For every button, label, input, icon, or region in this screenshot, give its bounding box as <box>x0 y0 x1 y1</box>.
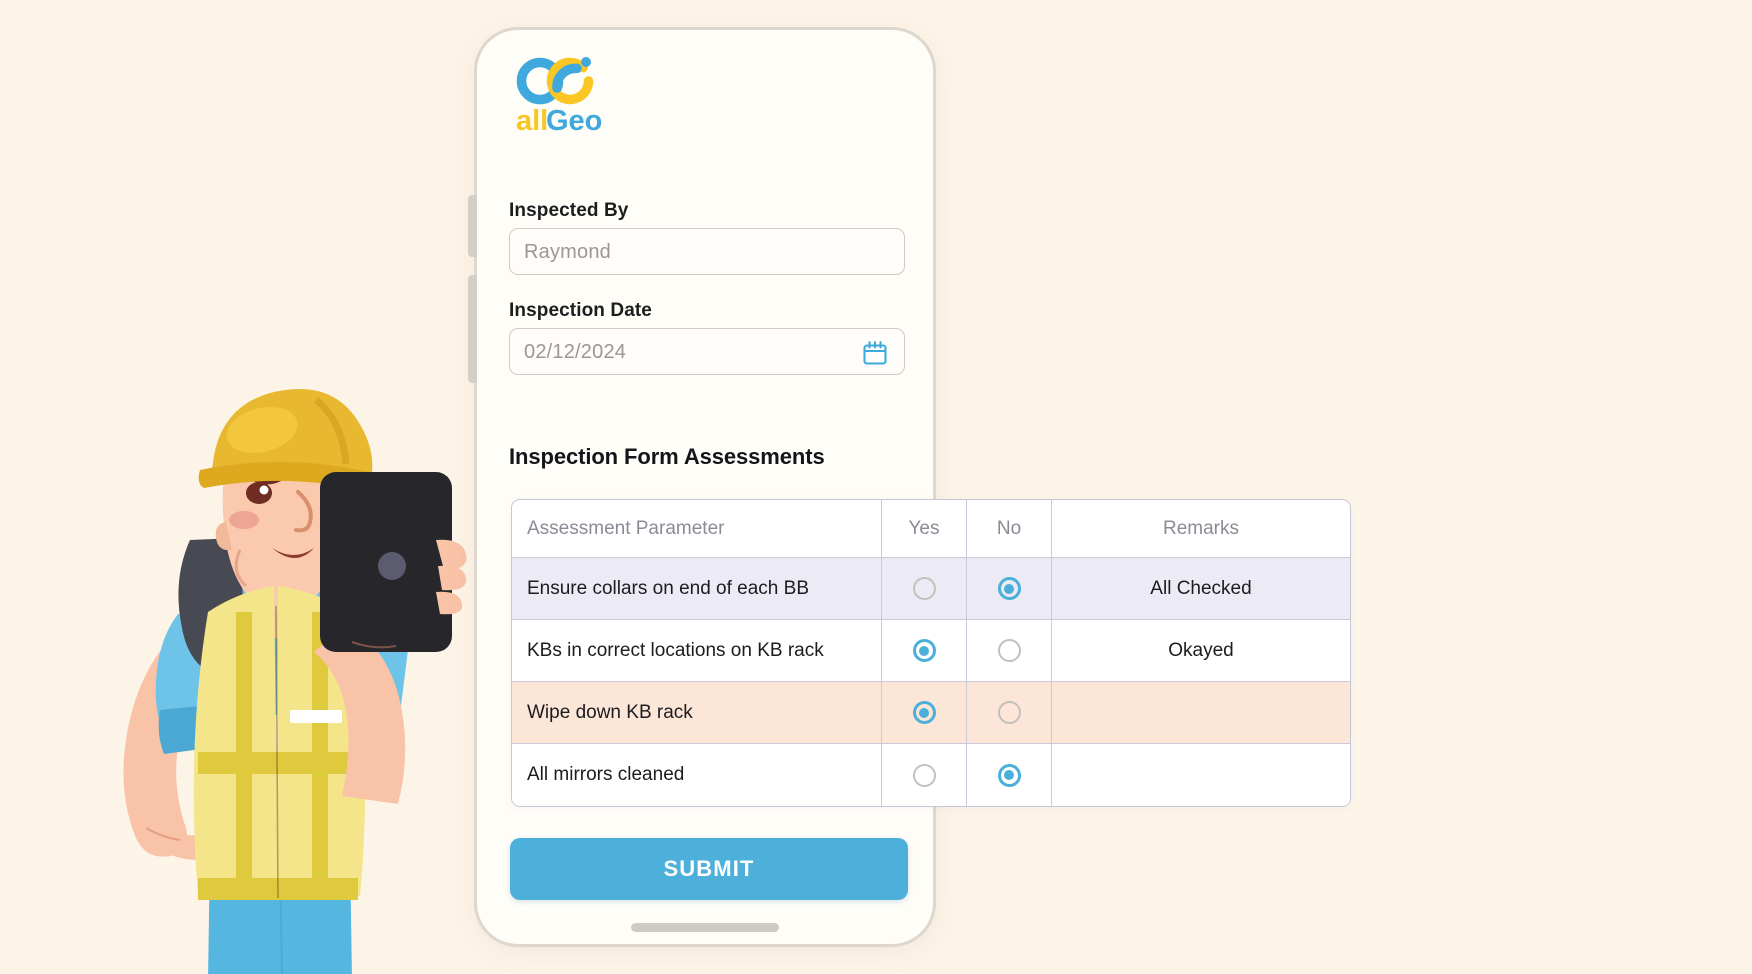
volume-down-button[interactable] <box>468 275 477 383</box>
vest-band-horizontal <box>198 752 358 774</box>
worker-eye <box>246 482 272 504</box>
table-row: Wipe down KB rack <box>512 682 1350 744</box>
phone-mockup-frame: all Geo Inspected By Raymond Inspection … <box>468 27 1351 947</box>
inspection-date-value: 02/12/2024 <box>524 341 627 363</box>
construction-worker-illustration <box>40 380 470 974</box>
column-header-parameter: Assessment Parameter <box>512 500 882 557</box>
table-row: All mirrors cleaned <box>512 744 1350 806</box>
row-yes-cell[interactable] <box>882 744 967 806</box>
radio-yes[interactable] <box>912 701 936 724</box>
radio-no[interactable] <box>997 639 1021 662</box>
row-remarks[interactable] <box>1052 744 1350 806</box>
row-yes-cell[interactable] <box>882 620 967 681</box>
phone-screen: all Geo Inspected By Raymond Inspection … <box>477 30 1351 944</box>
inspected-by-value: Raymond <box>524 241 611 263</box>
volume-up-button[interactable] <box>468 195 477 257</box>
row-remarks[interactable] <box>1052 682 1350 743</box>
radio-no[interactable] <box>997 763 1021 787</box>
row-yes-cell[interactable] <box>882 682 967 743</box>
radio-yes[interactable] <box>912 639 936 662</box>
home-indicator[interactable] <box>631 923 779 932</box>
vest-reflective-patch <box>290 710 342 723</box>
worker-vest-left <box>193 586 278 896</box>
app-screen: all Geo Inspected By Raymond Inspection … <box>0 0 1752 974</box>
table-row: KBs in correct locations on KB rack Okay… <box>512 620 1350 682</box>
tablet-camera <box>378 552 406 580</box>
table-row: Ensure collars on end of each BB All Che… <box>512 558 1350 620</box>
row-parameter: Wipe down KB rack <box>512 682 882 743</box>
row-yes-cell[interactable] <box>882 558 967 619</box>
row-parameter: Ensure collars on end of each BB <box>512 558 882 619</box>
inspection-date-label: Inspection Date <box>509 300 652 321</box>
column-header-remarks: Remarks <box>1162 517 1239 539</box>
row-no-cell[interactable] <box>967 682 1052 743</box>
inspection-date-input[interactable]: 02/12/2024 <box>509 328 905 375</box>
column-header-no: No <box>967 500 1052 557</box>
row-parameter: KBs in correct locations on KB rack <box>512 620 882 681</box>
row-no-cell[interactable] <box>967 744 1052 806</box>
radio-yes[interactable] <box>912 577 936 600</box>
row-remarks[interactable]: Okayed <box>1052 620 1350 681</box>
row-parameter: All mirrors cleaned <box>512 744 882 806</box>
submit-button[interactable]: SUBMIT <box>510 838 908 900</box>
allgeo-logo: all Geo <box>510 50 610 140</box>
inspected-by-label: Inspected By <box>509 200 629 221</box>
radio-no[interactable] <box>997 701 1021 724</box>
row-no-cell[interactable] <box>967 620 1052 681</box>
logo-dot <box>581 57 591 67</box>
worker-blush <box>229 511 259 529</box>
radio-yes[interactable] <box>912 763 936 787</box>
logo-right-arc-blue <box>552 63 582 93</box>
radio-no[interactable] <box>997 577 1021 600</box>
row-remarks[interactable]: All Checked <box>1052 558 1350 619</box>
calendar-icon[interactable] <box>862 340 888 366</box>
logo-text-all: all <box>516 105 548 137</box>
logo-text-geo: Geo <box>546 105 602 137</box>
page-title: Inspection Form Assessments <box>509 444 825 469</box>
row-no-cell[interactable] <box>967 558 1052 619</box>
assessment-table: Assessment Parameter Yes No Remarks Ensu… <box>511 499 1351 807</box>
column-header-yes: Yes <box>882 500 967 557</box>
table-header-row: Assessment Parameter Yes No Remarks <box>512 500 1350 558</box>
inspected-by-input[interactable]: Raymond <box>509 228 905 275</box>
